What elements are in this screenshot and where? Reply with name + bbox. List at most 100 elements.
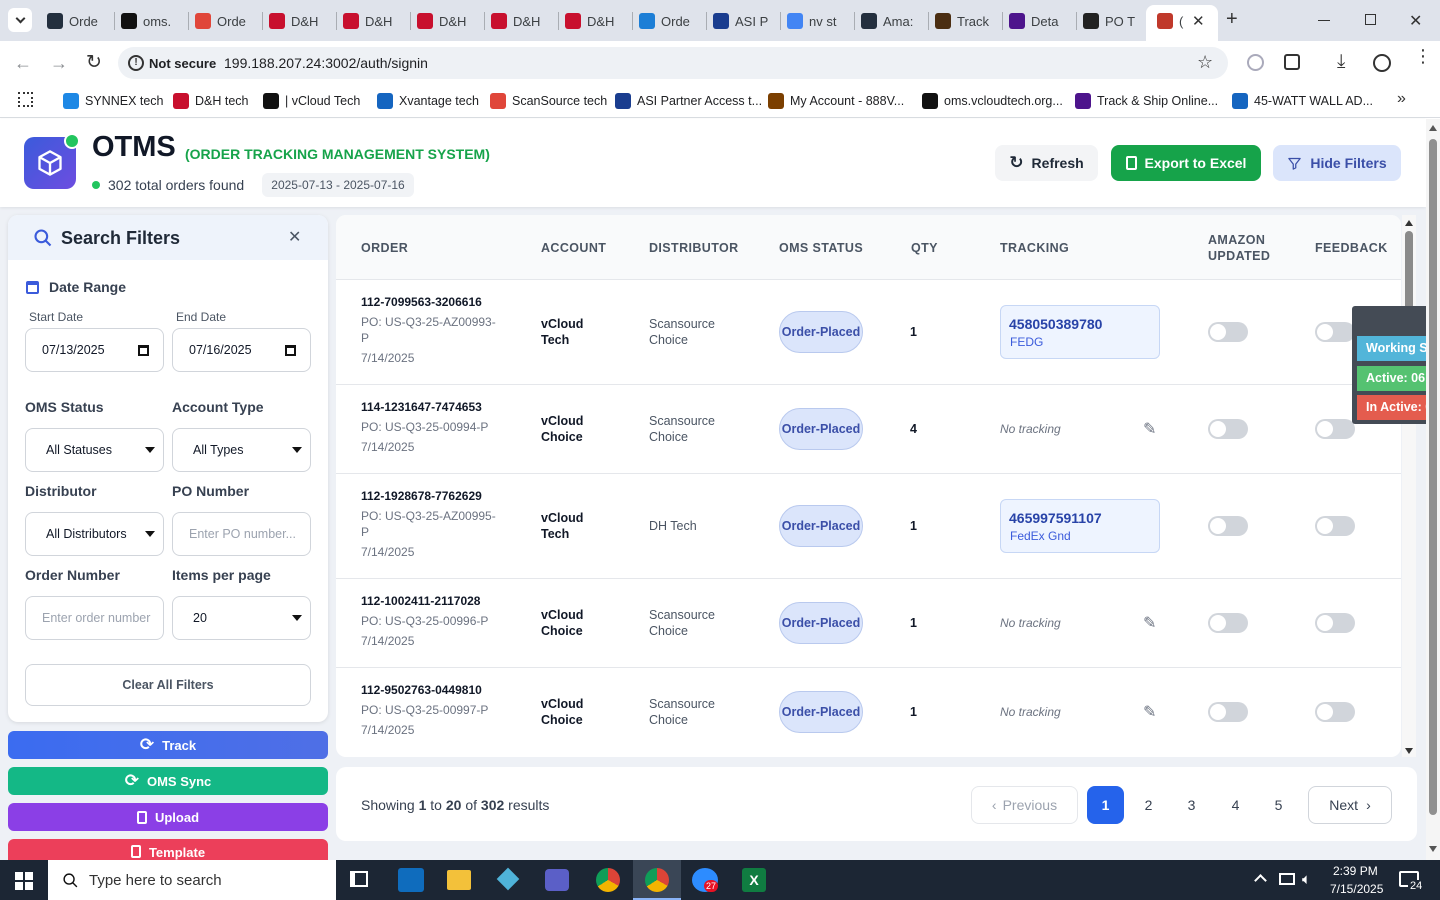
bookmark-item[interactable]: ScanSource tech	[490, 92, 607, 110]
chrome-profile-icon[interactable]	[633, 860, 681, 900]
url-text[interactable]: 199.188.207.24:3002/auth/signin	[224, 55, 428, 71]
amazon-updated-toggle[interactable]	[1208, 515, 1248, 536]
browser-tab[interactable]: Deta	[1009, 8, 1071, 34]
network-icon[interactable]	[1279, 873, 1295, 885]
browser-tab[interactable]: D&H	[269, 8, 331, 34]
bookmark-item[interactable]: D&H tech	[173, 92, 249, 110]
table-scrollbar[interactable]	[1402, 215, 1416, 757]
browser-tab[interactable]: D&H	[491, 8, 553, 34]
taskbar-search-box[interactable]: Type here to search	[48, 860, 336, 900]
template-button[interactable]: Template	[8, 839, 328, 860]
warning-icon[interactable]: !	[128, 55, 144, 71]
outlook-icon[interactable]	[398, 868, 424, 892]
browser-tab[interactable]: D&H	[417, 8, 479, 34]
page-number-button[interactable]: 3	[1173, 786, 1210, 824]
browser-tab[interactable]: PO T	[1083, 8, 1145, 34]
browser-tab[interactable]: Orde	[639, 8, 701, 34]
scroll-down-arrow[interactable]	[1405, 748, 1413, 754]
task-view-icon[interactable]	[350, 871, 368, 887]
bookmark-item[interactable]: My Account - 888V...	[768, 92, 904, 110]
calendar-picker-icon[interactable]	[138, 345, 149, 356]
next-page-button[interactable]: Next ›	[1308, 786, 1392, 824]
security-label[interactable]: Not secure	[149, 56, 216, 71]
forward-icon[interactable]: →	[50, 53, 68, 74]
profile-icon[interactable]	[1373, 54, 1391, 72]
back-icon[interactable]: ←	[14, 53, 32, 74]
amazon-updated-toggle[interactable]	[1208, 702, 1248, 722]
edit-pencil-icon[interactable]: ✎	[1143, 613, 1156, 633]
page-number-button[interactable]: 4	[1217, 786, 1254, 824]
file-explorer-icon[interactable]	[447, 870, 471, 890]
oms-sync-button[interactable]: ⟳ OMS Sync	[8, 767, 328, 795]
export-excel-button[interactable]: Export to Excel	[1111, 145, 1261, 181]
star-icon[interactable]: ☆	[1197, 52, 1213, 73]
browser-tab[interactable]: D&H	[565, 8, 627, 34]
previous-page-button[interactable]: ‹ Previous	[971, 786, 1078, 824]
menu-icon[interactable]: ⋮	[1414, 47, 1432, 65]
windows-start-icon[interactable]	[15, 872, 33, 890]
scroll-thumb[interactable]	[1429, 139, 1437, 815]
account-type-select[interactable]: All Types	[172, 428, 311, 472]
bookmark-item[interactable]: 45-WATT WALL AD...	[1232, 92, 1373, 110]
scroll-down-arrow[interactable]	[1429, 846, 1437, 852]
amazon-updated-toggle[interactable]	[1208, 321, 1248, 342]
more-bookmarks-icon[interactable]: »	[1397, 90, 1406, 108]
browser-tab[interactable]: D&H	[343, 8, 405, 34]
page-number-button[interactable]: 2	[1130, 786, 1167, 824]
tab-search-button[interactable]	[8, 8, 32, 32]
feedback-toggle[interactable]	[1315, 515, 1355, 536]
bookmark-item[interactable]: | vCloud Tech	[263, 92, 360, 110]
bookmark-item[interactable]: Track & Ship Online...	[1075, 92, 1218, 110]
minimize-icon[interactable]	[1318, 20, 1330, 21]
oms-status-select[interactable]: All Statuses	[25, 428, 164, 472]
browser-tab[interactable]: oms.	[121, 8, 183, 34]
scroll-up-arrow[interactable]	[1429, 125, 1437, 131]
distributor-select[interactable]: All Distributors	[25, 512, 164, 556]
translate-icon[interactable]	[1247, 54, 1264, 71]
edit-pencil-icon[interactable]: ✎	[1143, 419, 1156, 439]
items-per-page-select[interactable]: 20	[172, 596, 311, 640]
clear-filters-button[interactable]: Clear All Filters	[25, 664, 311, 706]
window-close-icon[interactable]: ✕	[1409, 11, 1422, 31]
taskbar-time[interactable]: 2:39 PM	[1333, 864, 1378, 878]
amazon-updated-toggle[interactable]	[1208, 612, 1248, 633]
apps-grid-icon[interactable]	[18, 92, 33, 107]
feedback-toggle[interactable]	[1315, 418, 1355, 439]
browser-tab[interactable]: Ama:	[861, 8, 923, 34]
taskbar-date[interactable]: 7/15/2025	[1330, 882, 1383, 896]
order-number-input[interactable]: Enter order number	[25, 596, 164, 640]
restore-icon[interactable]	[1365, 14, 1376, 25]
chrome-icon[interactable]	[596, 868, 620, 892]
page-scrollbar[interactable]	[1426, 119, 1440, 860]
browser-tab[interactable]: (	[1157, 8, 1189, 34]
bookmark-item[interactable]: Xvantage tech	[377, 92, 479, 110]
hide-filters-button[interactable]: Hide Filters	[1273, 145, 1401, 181]
browser-tab[interactable]: ASI P	[713, 8, 775, 34]
browser-tab[interactable]: Track	[935, 8, 997, 34]
refresh-button[interactable]: ↻ Refresh	[995, 145, 1098, 181]
track-button[interactable]: ⟳ Track	[8, 731, 328, 759]
calendar-picker-icon[interactable]	[285, 345, 296, 356]
start-date-input[interactable]: 07/13/2025	[25, 328, 164, 372]
end-date-input[interactable]: 07/16/2025	[172, 328, 311, 372]
reload-icon[interactable]: ↻	[86, 51, 102, 74]
teams-icon[interactable]	[545, 869, 569, 891]
bookmark-item[interactable]: ASI Partner Access t...	[615, 92, 762, 110]
scroll-up-arrow[interactable]	[1405, 220, 1413, 226]
new-tab-button[interactable]: +	[1226, 8, 1238, 31]
browser-tab[interactable]: Orde	[47, 8, 109, 34]
bookmark-item[interactable]: oms.vcloudtech.org...	[922, 92, 1063, 110]
tracking-box[interactable]	[1000, 498, 1160, 553]
extensions-icon[interactable]	[1284, 54, 1300, 70]
close-tab-icon[interactable]: ✕	[1192, 12, 1205, 30]
feedback-toggle[interactable]	[1315, 321, 1355, 342]
page-number-button[interactable]: 1	[1087, 786, 1124, 824]
tracking-box[interactable]	[1000, 304, 1160, 359]
page-number-button[interactable]: 5	[1260, 786, 1297, 824]
upload-button[interactable]: Upload	[8, 803, 328, 831]
edit-pencil-icon[interactable]: ✎	[1143, 702, 1156, 722]
excel-icon[interactable]: X	[742, 868, 766, 892]
bookmark-item[interactable]: SYNNEX tech	[63, 92, 164, 110]
close-filters-icon[interactable]: ✕	[288, 227, 301, 247]
amazon-updated-toggle[interactable]	[1208, 418, 1248, 439]
